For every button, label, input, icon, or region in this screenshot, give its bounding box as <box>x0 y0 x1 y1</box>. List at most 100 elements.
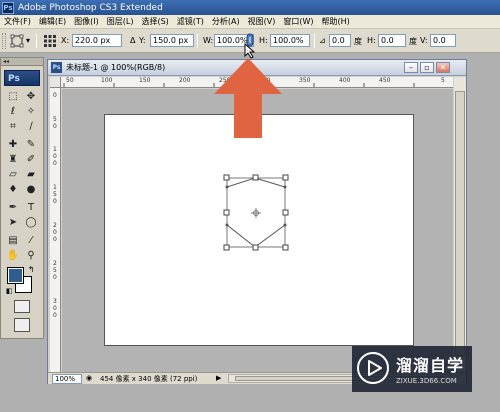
dodge-tool-icon[interactable]: ● <box>23 183 39 197</box>
transform-selection[interactable] <box>105 115 415 347</box>
ruler-v-label: 1 <box>53 184 57 191</box>
ruler-v-label: 0 <box>53 153 57 160</box>
reference-point-icon[interactable] <box>43 34 57 48</box>
clone-stamp-tool-icon[interactable]: ♜ <box>5 153 21 167</box>
ruler-v-label: 3 <box>53 298 57 305</box>
hand-tool-icon[interactable]: ✋ <box>5 249 21 263</box>
rotate-angle-field[interactable]: 0.0 <box>329 34 351 47</box>
maximize-button[interactable]: ▫ <box>420 62 434 73</box>
menu-select[interactable]: 选择(S) <box>137 16 172 27</box>
options-separator <box>197 34 198 48</box>
ruler-h-label: 200 <box>179 77 191 84</box>
status-info-icon[interactable]: ◉ <box>86 374 92 382</box>
transform-tool-icon[interactable] <box>10 34 24 48</box>
ruler-h-label: 400 <box>339 77 351 84</box>
close-button[interactable]: ✕ <box>436 62 450 73</box>
mouse-cursor-icon <box>244 43 256 59</box>
ruler-v-label: 0 <box>53 123 57 130</box>
move-tool-icon[interactable]: ✥ <box>23 90 39 104</box>
x-position-field[interactable]: 220.0 px <box>72 34 122 47</box>
ruler-v-label: 0 <box>53 198 57 205</box>
dropdown-caret-icon[interactable]: ▾ <box>26 36 30 45</box>
transform-handle <box>282 209 289 216</box>
ruler-v-label: 5 <box>53 191 57 198</box>
ruler-v-label: 0 <box>53 312 57 319</box>
screen-mode-icon[interactable] <box>14 318 30 332</box>
options-grip[interactable] <box>2 33 6 49</box>
y-position-field[interactable]: 150.0 px <box>150 34 194 47</box>
history-brush-tool-icon[interactable]: ✐ <box>23 153 39 167</box>
type-tool-icon[interactable]: T <box>23 201 39 215</box>
transform-handle <box>252 174 259 181</box>
magic-wand-tool-icon[interactable]: ✧ <box>23 105 39 119</box>
skew-h-field[interactable]: 0.0 <box>378 34 406 47</box>
menu-edit[interactable]: 编辑(E) <box>35 16 70 27</box>
notes-tool-icon[interactable]: ▤ <box>5 234 21 248</box>
zoom-level-field[interactable]: 100% <box>52 374 82 384</box>
menu-image[interactable]: 图像(I) <box>70 16 103 27</box>
marquee-tool-icon[interactable]: ⬚ <box>5 90 21 104</box>
shape-tool-icon[interactable]: ◯ <box>23 216 39 230</box>
swap-colors-icon[interactable]: ↰ <box>28 265 35 274</box>
ruler-h-label: 150 <box>139 77 151 84</box>
skew-v-field[interactable]: 0.0 <box>430 34 456 47</box>
ruler-v-label: 0 <box>53 92 57 99</box>
brush-tool-icon[interactable]: ✎ <box>23 138 39 152</box>
default-colors-icon[interactable]: ◧ <box>6 287 13 295</box>
transform-handle <box>223 209 230 216</box>
ruler-h-label: 450 <box>379 77 391 84</box>
ruler-v-label: 0 <box>53 236 57 243</box>
transform-handle <box>223 174 230 181</box>
menu-analysis[interactable]: 分析(A) <box>208 16 244 27</box>
pen-tool-icon[interactable]: ✒ <box>5 201 21 215</box>
vertical-scrollbar[interactable] <box>454 77 466 372</box>
quick-mask-icon[interactable] <box>14 300 30 313</box>
watermark: 溜溜自学 ZIXUE.3D66.COM <box>352 346 472 392</box>
watermark-name: 溜溜自学 <box>396 356 465 375</box>
menu-help[interactable]: 帮助(H) <box>318 16 354 27</box>
relative-position-icon[interactable]: Δ <box>130 36 135 45</box>
document-canvas[interactable] <box>104 114 414 346</box>
minimize-button[interactable]: – <box>404 62 418 73</box>
menu-window[interactable]: 窗口(W) <box>279 16 317 27</box>
ruler-v-label: 0 <box>53 160 57 167</box>
lasso-tool-icon[interactable]: ℓ <box>5 105 21 119</box>
options-separator <box>314 34 315 48</box>
height-scale-field[interactable]: 100.0% <box>270 34 310 47</box>
ruler-origin[interactable] <box>50 77 61 88</box>
transform-center-icon <box>251 208 261 218</box>
menu-view[interactable]: 视图(V) <box>244 16 280 27</box>
slice-tool-icon[interactable]: ∕ <box>23 120 39 134</box>
ruler-v-label: 0 <box>53 229 57 236</box>
skew-v-label: V: <box>420 36 428 45</box>
photoshop-app-icon: Ps <box>2 1 14 14</box>
ruler-v-label: 0 <box>53 305 57 312</box>
menu-filter[interactable]: 滤镜(T) <box>173 16 208 27</box>
blur-tool-icon[interactable]: ♦ <box>5 183 21 197</box>
menu-file[interactable]: 文件(F) <box>0 16 35 27</box>
tools-panel-header[interactable]: ◂◂ <box>1 58 43 66</box>
play-logo-icon <box>357 352 389 384</box>
ruler-v-label: 2 <box>53 260 57 267</box>
vertical-scroll-thumb[interactable] <box>455 91 465 356</box>
eyedropper-tool-icon[interactable]: ⁄ <box>23 234 39 248</box>
menu-layer[interactable]: 图层(L) <box>103 16 138 27</box>
menu-bar: 文件(F) 编辑(E) 图像(I) 图层(L) 选择(S) 滤镜(T) 分析(A… <box>0 15 500 29</box>
path-selection-tool-icon[interactable]: ➤ <box>5 216 21 230</box>
gradient-tool-icon[interactable]: ▰ <box>23 168 39 182</box>
eraser-tool-icon[interactable]: ▱ <box>5 168 21 182</box>
transform-handle <box>252 244 259 251</box>
up-arrow-icon <box>214 58 282 138</box>
zoom-tool-icon[interactable]: ⚲ <box>23 249 39 263</box>
healing-brush-tool-icon[interactable]: ✚ <box>5 138 21 152</box>
photoshop-logo[interactable]: Ps <box>4 70 40 86</box>
h-label: H: <box>259 36 268 45</box>
status-menu-arrow-icon[interactable]: ▶ <box>216 374 221 382</box>
ruler-v-label: 0 <box>53 274 57 281</box>
foreground-color-swatch[interactable] <box>7 267 24 284</box>
skew-h-unit: 度 <box>409 37 417 46</box>
crop-tool-icon[interactable]: ⌗ <box>5 120 21 134</box>
vertical-ruler[interactable]: 0 5 0 1 0 0 1 5 0 2 0 0 2 5 0 3 0 0 <box>50 88 61 372</box>
ruler-v-label: 5 <box>53 116 57 123</box>
document-size-info: 454 像素 x 340 像素 (72 ppi) <box>100 375 198 383</box>
